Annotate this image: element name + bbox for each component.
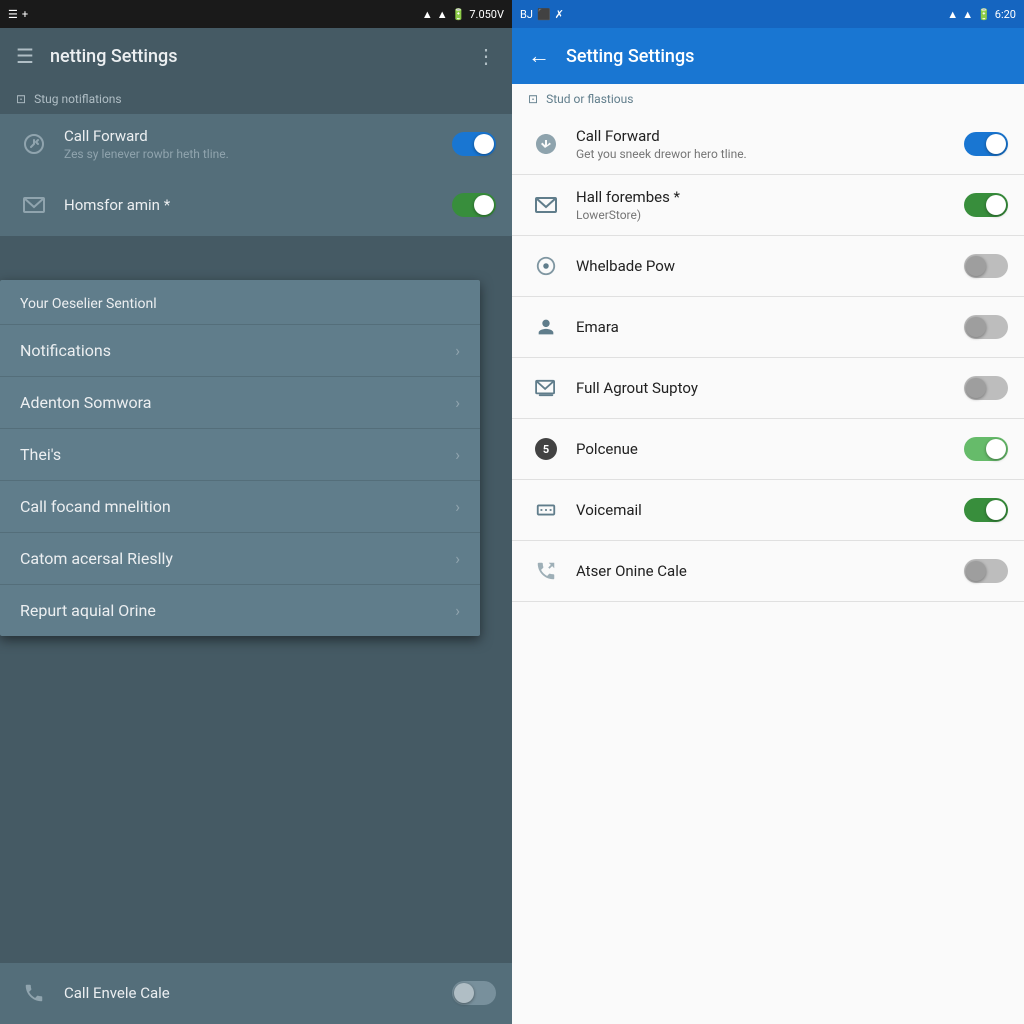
square-icon: ⬛ (537, 8, 551, 21)
full-agrout-toggle[interactable] (964, 376, 1008, 400)
call-forward-icon-right (528, 126, 564, 162)
chevron-icon-5: › (455, 601, 460, 620)
full-agrout-text: Full Agrout Suptoy (576, 379, 964, 397)
status-right-left: ▲ ▲ 🔋 7.050V (422, 8, 504, 21)
dropdown-item-theis[interactable]: Thei's › (0, 428, 480, 480)
call-forward-text-left: Call Forward Zes sy lenever rowbr heth t… (64, 127, 452, 161)
left-toolbar-title: netting Settings (50, 46, 476, 67)
signal-icon-right: ▲ (962, 8, 973, 21)
status-right-right-icons: ▲ ▲ 🔋 6:20 (947, 8, 1016, 21)
hamburger-icon[interactable]: ☰ (16, 44, 34, 68)
call-envele-toggle[interactable] (452, 981, 496, 1005)
hall-forembes-text: Hall forembes * LowerStore) (576, 188, 964, 222)
polcenue-toggle[interactable] (964, 437, 1008, 461)
status-bar-left: ☰ + ▲ ▲ 🔋 7.050V (0, 0, 512, 28)
whelbade-pow-item[interactable]: Whelbade Pow (512, 236, 1024, 297)
toolbar-right: ← Setting Settings (512, 28, 1024, 84)
hall-forembes-toggle[interactable] (964, 193, 1008, 217)
full-agrout-item[interactable]: Full Agrout Suptoy (512, 358, 1024, 419)
chevron-icon-0: › (455, 341, 460, 360)
left-panel: ☰ + ▲ ▲ 🔋 7.050V ☰ netting Settings ⋮ ⊡ … (0, 0, 512, 1024)
x-icon: ✗ (555, 8, 564, 21)
atser-onine-toggle[interactable] (964, 559, 1008, 583)
call-forward-item-left[interactable]: Call Forward Zes sy lenever rowbr heth t… (0, 114, 512, 175)
emara-item[interactable]: Emara (512, 297, 1024, 358)
section-icon-right: ⊡ (528, 92, 538, 106)
dropdown-item-repurt[interactable]: Repurt aquial Orine › (0, 584, 480, 636)
voicemail-toggle[interactable] (964, 498, 1008, 522)
atser-onine-icon (528, 553, 564, 589)
whelbade-text: Whelbade Pow (576, 257, 964, 275)
homsfor-icon-left (16, 187, 52, 223)
voicemail-item[interactable]: Voicemail (512, 480, 1024, 541)
section-icon-left: ⊡ (16, 92, 26, 106)
back-button[interactable]: ← (528, 43, 550, 69)
voicemail-text: Voicemail (576, 501, 964, 519)
polcenue-item[interactable]: 5 Polcenue (512, 419, 1024, 480)
call-envele-text: Call Envele Cale (64, 984, 452, 1002)
hall-forembes-icon (528, 187, 564, 223)
battery-icon-left: 🔋 (452, 8, 466, 21)
atser-onine-item[interactable]: Atser Onine Cale (512, 541, 1024, 602)
voltage-label: 7.050V (469, 8, 504, 21)
left-section-header: ⊡ Stug notiflations (0, 84, 512, 114)
homsfor-text-left: Homsfor amin * (64, 196, 452, 214)
homsfor-toggle-left[interactable] (452, 193, 496, 217)
chevron-icon-4: › (455, 549, 460, 568)
status-icons-left: ☰ + (8, 8, 28, 21)
badge-5: 5 (535, 438, 557, 460)
whelbade-toggle[interactable] (964, 254, 1008, 278)
dropdown-item-adenton[interactable]: Adenton Somwora › (0, 376, 480, 428)
right-toolbar-title: Setting Settings (566, 46, 1008, 67)
status-bar-right: BJ ⬛ ✗ ▲ ▲ 🔋 6:20 (512, 0, 1024, 28)
dropdown-item-call-focand[interactable]: Call focand mnelition › (0, 480, 480, 532)
battery-icon-right: 🔋 (977, 8, 991, 21)
wifi-icon-left: ▲ (422, 8, 433, 21)
bj-label: BJ (520, 8, 533, 21)
right-panel: BJ ⬛ ✗ ▲ ▲ 🔋 6:20 ← Setting Settings ⊡ S… (512, 0, 1024, 1024)
atser-onine-text: Atser Onine Cale (576, 562, 964, 580)
toolbar-left: ☰ netting Settings ⋮ (0, 28, 512, 84)
dropdown-menu: Your Oeselier Sentionl Notifications › A… (0, 280, 480, 636)
call-forward-toggle-left[interactable] (452, 132, 496, 156)
dropdown-title: Your Oeselier Sentionl (0, 280, 480, 324)
hamburger-icon-small: ☰ (8, 8, 18, 21)
voicemail-icon (528, 492, 564, 528)
dropdown-item-notifications[interactable]: Notifications › (0, 324, 480, 376)
call-forward-icon-left (16, 126, 52, 162)
status-right-left-icons: BJ ⬛ ✗ (520, 8, 564, 21)
emara-text: Emara (576, 318, 964, 336)
plus-icon: + (22, 8, 28, 21)
call-envele-icon (16, 975, 52, 1011)
call-envele-item[interactable]: Call Envele Cale (0, 963, 512, 1024)
polcenue-text: Polcenue (576, 440, 964, 458)
chevron-icon-2: › (455, 445, 460, 464)
wifi-icon-right: ▲ (947, 8, 958, 21)
right-bottom-gap (512, 602, 1024, 1024)
emara-icon (528, 309, 564, 345)
emara-toggle[interactable] (964, 315, 1008, 339)
chevron-icon-1: › (455, 393, 460, 412)
right-section-header: ⊡ Stud or flastious (512, 84, 1024, 114)
whelbade-icon (528, 248, 564, 284)
time-right: 6:20 (995, 8, 1016, 21)
hall-forembes-item[interactable]: Hall forembes * LowerStore) (512, 175, 1024, 236)
call-forward-text-right: Call Forward Get you sneek drewor hero t… (576, 127, 964, 161)
homsfor-item-left[interactable]: Homsfor amin * (0, 175, 512, 236)
chevron-icon-3: › (455, 497, 460, 516)
full-agrout-icon (528, 370, 564, 406)
dropdown-item-catom[interactable]: Catom acersal Rieslly › (0, 532, 480, 584)
polcenue-icon: 5 (528, 431, 564, 467)
call-forward-toggle-right[interactable] (964, 132, 1008, 156)
signal-icon-left: ▲ (437, 8, 448, 21)
more-options-icon[interactable]: ⋮ (476, 44, 496, 68)
call-forward-item-right[interactable]: Call Forward Get you sneek drewor hero t… (512, 114, 1024, 175)
